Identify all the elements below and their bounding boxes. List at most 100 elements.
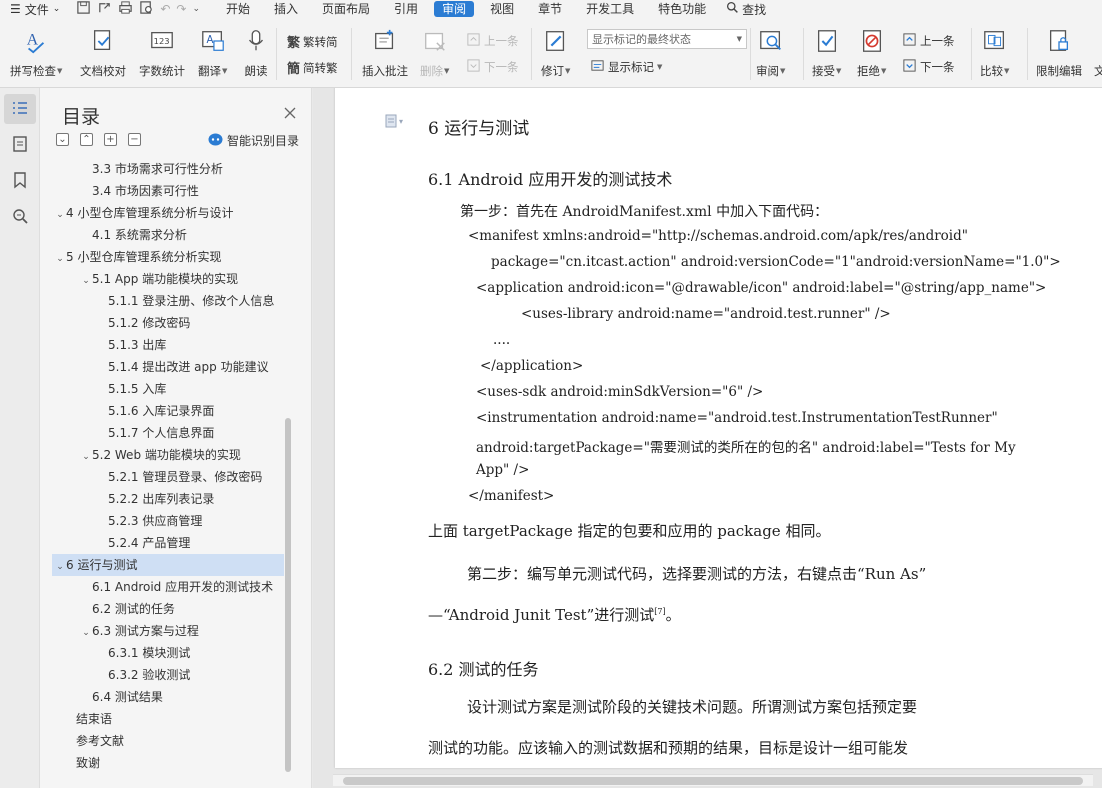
tab-developer[interactable]: 开发工具 (574, 0, 646, 18)
toc-item[interactable]: 5.2.3 供应商管理 (52, 510, 284, 532)
page-thumbnail-button[interactable] (4, 130, 36, 160)
expand-all-icon[interactable]: ⌃ (80, 133, 93, 146)
accept-button[interactable]: 接受 ▼ (812, 26, 841, 79)
print-preview-icon[interactable] (139, 0, 154, 18)
paragraph-menu-icon[interactable]: ▾ (385, 114, 403, 128)
toc-item[interactable]: ⌄ 4 小型仓库管理系统分析与设计 (52, 202, 284, 224)
add-heading-icon[interactable]: + (104, 133, 117, 146)
trad-to-simp-button[interactable]: 繁 繁转简 (287, 32, 338, 52)
toc-item[interactable]: ⌄ 5 小型仓库管理系统分析实现 (52, 246, 284, 268)
toc-item[interactable]: 6.3.1 模块测试 (52, 642, 284, 664)
horizontal-scrollbar-thumb[interactable] (343, 777, 1083, 785)
toc-scrollbar[interactable] (285, 418, 291, 772)
insert-comment-button[interactable]: 插入批注 (362, 26, 408, 79)
reject-button[interactable]: 拒绝 ▼ (857, 26, 886, 79)
toc-item[interactable]: ⌄ 6.3 测试方案与过程 (52, 620, 284, 642)
ribbon-review: A 拼写检查 ▼ 文档校对 123 字数统计 A 翻译 ▼ 朗读 繁 繁转简 簡 简… (0, 18, 1102, 88)
redo-icon[interactable]: ↷ (176, 2, 186, 16)
search-tab[interactable]: 查找 (718, 1, 774, 18)
document-page[interactable]: ▾ 6 运行与测试 6.1 Android 应用开发的测试技术 第一步：首先在 … (335, 88, 1102, 768)
doc-proof-label: 文档校对 (80, 64, 126, 78)
undo-icon[interactable]: ↶ (160, 2, 170, 16)
toc-item[interactable]: 5.1.2 修改密码 (52, 312, 284, 334)
toc-item[interactable]: 4.1 系统需求分析 (52, 224, 284, 246)
doc-proof-button[interactable]: 文档校对 (80, 26, 126, 79)
toc-item[interactable]: 5.2.1 管理员登录、修改密码 (52, 466, 284, 488)
word-count-button[interactable]: 123 字数统计 (139, 26, 185, 79)
close-icon[interactable] (283, 106, 297, 120)
tab-view[interactable]: 视图 (478, 0, 526, 18)
ribbon-divider (351, 28, 352, 80)
tab-page-layout[interactable]: 页面布局 (310, 0, 382, 18)
translate-button[interactable]: A 翻译 ▼ (198, 26, 227, 79)
toc-item[interactable]: 5.2.4 产品管理 (52, 532, 284, 554)
chevron-down-icon[interactable]: ⌄ (80, 270, 92, 290)
collapse-all-icon[interactable]: ⌄ (56, 133, 69, 146)
more-ribbon-button[interactable]: 文 (1094, 63, 1102, 79)
menu-bar: ☰ 文件 ⌄ ↶ ↷ ⌄ 开始 插入 页面布局 引用 审阅 视图 章节 开发工具… (0, 0, 1102, 18)
prev-comment-button[interactable]: 上一条 (466, 32, 519, 50)
tab-insert[interactable]: 插入 (262, 0, 310, 18)
toc-panel-button[interactable] (4, 94, 36, 124)
toc-item[interactable]: 6.3.2 验收测试 (52, 664, 284, 686)
next-change-button[interactable]: 下一条 (902, 58, 955, 76)
prev-change-button[interactable]: 上一条 (902, 32, 955, 50)
toc-item[interactable]: 5.1.1 登录注册、修改个人信息 (52, 290, 284, 312)
chevron-down-icon[interactable]: ⌄ (80, 446, 92, 466)
tab-section[interactable]: 章节 (526, 0, 574, 18)
smart-toc-button[interactable]: 智能识别目录 (208, 132, 299, 149)
customize-chevron-icon[interactable]: ⌄ (192, 4, 200, 14)
save-icon[interactable] (76, 0, 91, 18)
toc-item[interactable]: 6.1 Android 应用开发的测试技术 (52, 576, 284, 598)
tab-features[interactable]: 特色功能 (646, 0, 718, 18)
toc-item[interactable]: 5.1.6 入库记录界面 (52, 400, 284, 422)
toc-item[interactable]: 3.3 市场需求可行性分析 (52, 158, 284, 180)
remove-heading-icon[interactable]: − (128, 133, 141, 146)
toc-item[interactable]: 5.2.2 出库列表记录 (52, 488, 284, 510)
markup-state-dropdown[interactable]: 显示标记的最终状态 ▼ (587, 29, 747, 49)
show-markup-button[interactable]: 显示标记 ▼ (590, 58, 662, 76)
restrict-edit-button[interactable]: 限制编辑 (1036, 26, 1082, 79)
tab-references[interactable]: 引用 (382, 0, 430, 18)
tab-home[interactable]: 开始 (214, 0, 262, 18)
citation-ref[interactable]: [7] (654, 607, 665, 616)
toc-item[interactable]: 参考文献 (52, 730, 284, 752)
review-button[interactable]: 审阅 ▼ (756, 26, 785, 79)
bookmark-button[interactable] (4, 166, 36, 196)
find-button[interactable] (4, 202, 36, 232)
insert-comment-icon (371, 26, 399, 56)
delete-comment-button[interactable]: 删除 ▼ (420, 26, 449, 79)
toc-item[interactable]: 6.2 测试的任务 (52, 598, 284, 620)
toc-item[interactable]: 3.4 市场因素可行性 (52, 180, 284, 202)
export-icon[interactable] (97, 0, 112, 18)
toc-item[interactable]: ⌄ 6 运行与测试 (52, 554, 284, 576)
simp-to-trad-button[interactable]: 簡 简转繁 (287, 58, 338, 78)
chevron-down-icon[interactable]: ⌄ (54, 248, 66, 268)
next-comment-button[interactable]: 下一条 (466, 58, 519, 76)
show-markup-icon (590, 58, 605, 76)
toc-item[interactable]: ⌄ 5.1 App 端功能模块的实现 (52, 268, 284, 290)
toc-item-label: 5.1.1 登录注册、修改个人信息 (108, 294, 275, 308)
toc-item[interactable]: ⌄ 5.2 Web 端功能模块的实现 (52, 444, 284, 466)
toc-item[interactable]: 结束语 (52, 708, 284, 730)
ribbon-divider (750, 28, 751, 80)
chevron-down-icon[interactable]: ⌄ (80, 622, 92, 642)
spell-check-button[interactable]: A 拼写检查 ▼ (10, 26, 62, 79)
toc-item[interactable]: 5.1.3 出库 (52, 334, 284, 356)
toc-item[interactable]: 6.4 测试结果 (52, 686, 284, 708)
tab-review[interactable]: 审阅 (434, 1, 475, 17)
read-aloud-button[interactable]: 朗读 (242, 26, 270, 79)
next-comment-icon (466, 58, 481, 76)
toc-item[interactable]: 致谢 (52, 752, 284, 774)
chevron-down-icon[interactable]: ⌄ (54, 204, 66, 224)
chevron-down-icon[interactable]: ⌄ (54, 556, 66, 576)
revise-button[interactable]: 修订 ▼ (541, 26, 570, 79)
toc-item[interactable]: 5.1.4 提出改进 app 功能建议 (52, 356, 284, 378)
toc-item[interactable]: 5.1.5 入库 (52, 378, 284, 400)
compare-label: 比较 (980, 64, 1003, 78)
toc-item[interactable]: 5.1.7 个人信息界面 (52, 422, 284, 444)
file-menu[interactable]: ☰ 文件 ⌄ (0, 1, 68, 18)
compare-button[interactable]: 比较 ▼ (980, 26, 1009, 79)
print-icon[interactable] (118, 0, 133, 18)
horizontal-scrollbar[interactable] (333, 774, 1093, 786)
